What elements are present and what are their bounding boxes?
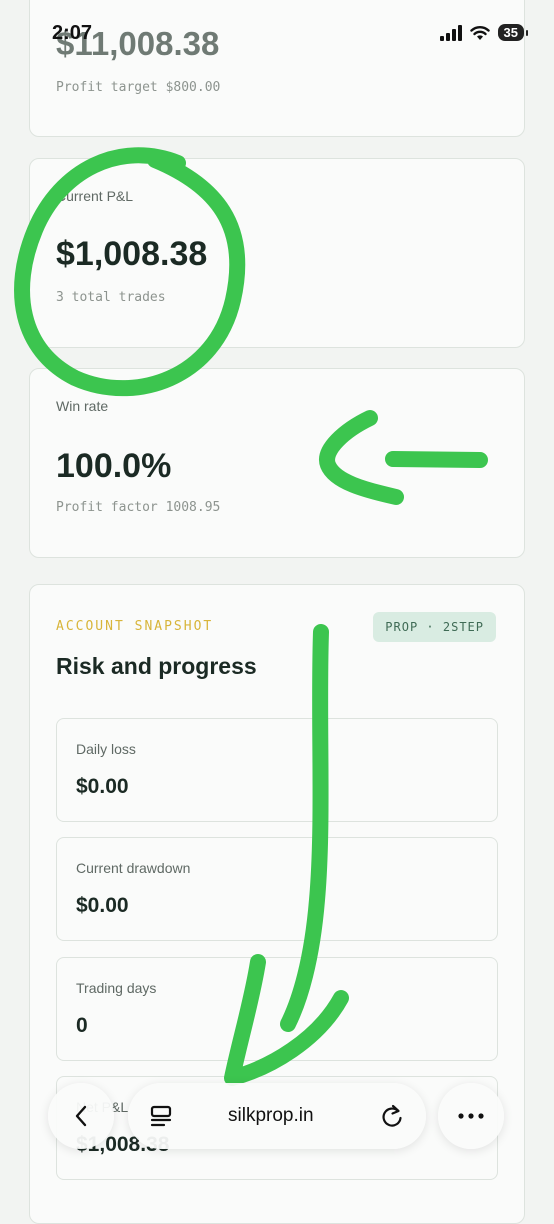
metric-label: Current drawdown	[76, 860, 191, 876]
total-trades-text: 3 total trades	[56, 290, 166, 305]
wifi-icon	[469, 25, 490, 40]
chevron-left-icon	[75, 1105, 87, 1127]
profit-factor-text: Profit factor 1008.95	[56, 500, 221, 515]
section-title: Risk and progress	[56, 653, 257, 679]
profit-target-text: Profit target $800.00	[56, 80, 221, 95]
ellipsis-icon	[458, 1113, 484, 1119]
status-icons: 35	[439, 24, 529, 41]
winrate-value: 100.0%	[56, 447, 172, 485]
metric-current-drawdown: Current drawdown $0.00	[56, 837, 498, 941]
reader-icon[interactable]	[150, 1105, 174, 1127]
metric-daily-loss: Daily loss $0.00	[56, 718, 498, 822]
account-type-badge: PROP · 2STEP	[373, 612, 496, 642]
metric-value: $0.00	[76, 894, 129, 917]
metric-value: $0.00	[76, 775, 129, 798]
reload-icon[interactable]	[380, 1103, 404, 1129]
battery-icon: 35	[497, 24, 529, 41]
snapshot-eyebrow: ACCOUNT SNAPSHOT	[56, 619, 214, 634]
pnl-value: $1,008.38	[56, 235, 208, 273]
balance-card: $11,008.38 Profit target $800.00	[29, 0, 525, 137]
pnl-card: Current P&L $1,008.38 3 total trades	[29, 158, 525, 348]
back-button[interactable]	[48, 1083, 114, 1149]
metric-label: Daily loss	[76, 741, 136, 757]
pnl-label: Current P&L	[56, 188, 134, 204]
metric-value: 0	[76, 1014, 88, 1037]
status-time: 2:07	[52, 22, 93, 44]
signal-icon	[439, 24, 462, 41]
more-options-button[interactable]	[438, 1083, 504, 1149]
url-text[interactable]: silkprop.in	[228, 1105, 314, 1127]
winrate-label: Win rate	[56, 398, 109, 414]
metric-label: Trading days	[76, 980, 157, 996]
address-bar[interactable]: silkprop.in	[128, 1083, 426, 1149]
metric-trading-days: Trading days 0	[56, 957, 498, 1061]
winrate-card: Win rate 100.0% Profit factor 1008.95	[29, 368, 525, 558]
